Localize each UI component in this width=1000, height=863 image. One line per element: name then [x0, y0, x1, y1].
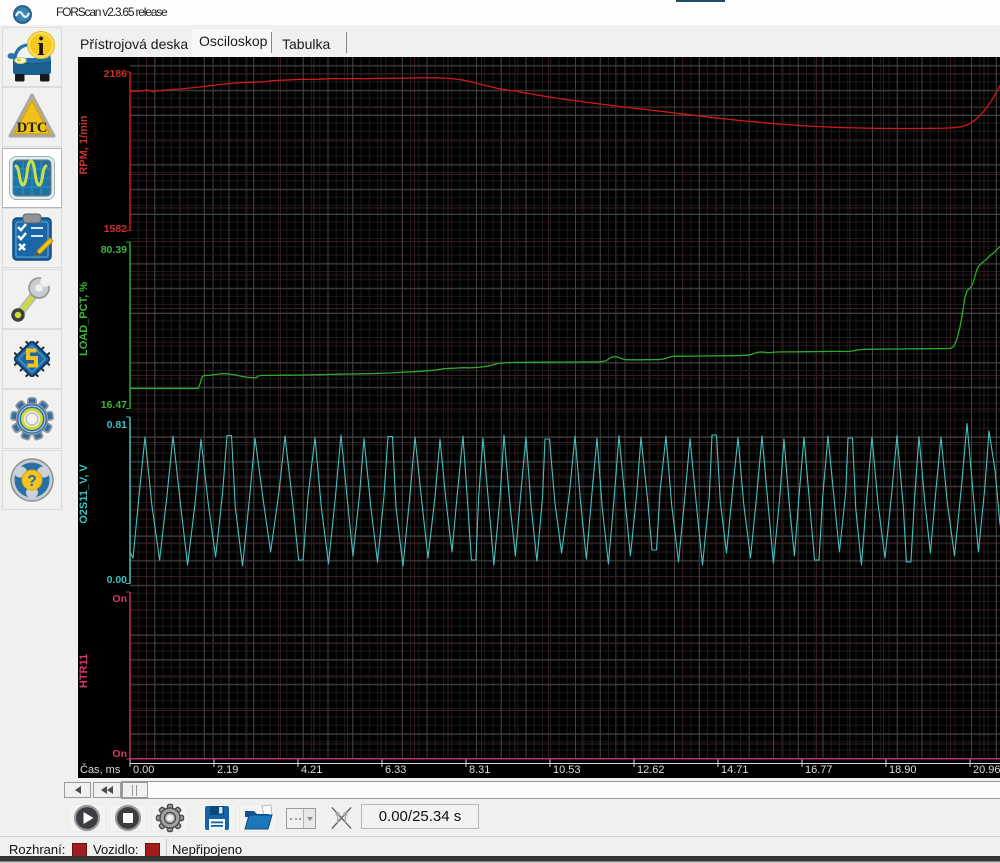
svg-text:12.62: 12.62 [637, 764, 665, 776]
svg-text:16.47: 16.47 [101, 399, 127, 411]
svg-text:On: On [112, 748, 127, 760]
svg-text:RPM, 1/min: RPM, 1/min [78, 115, 90, 175]
svg-text:20.96: 20.96 [973, 764, 1000, 776]
svg-text:2186: 2186 [104, 68, 128, 80]
svg-text:O2S11_V, V: O2S11_V, V [78, 464, 90, 524]
svg-text:6.33: 6.33 [385, 764, 406, 776]
svg-text:80.39: 80.39 [101, 244, 127, 256]
svg-text:?: ? [27, 473, 37, 490]
svg-text:HTR11: HTR11 [78, 654, 90, 688]
svg-text:14.71: 14.71 [721, 764, 749, 776]
svg-text:1582: 1582 [104, 223, 128, 235]
svg-text:10.53: 10.53 [553, 764, 581, 776]
svg-text:LOAD_PCT, %: LOAD_PCT, % [78, 282, 90, 356]
svg-text:0.00: 0.00 [133, 764, 154, 776]
svg-text:0.81: 0.81 [107, 419, 128, 431]
svg-text:4.21: 4.21 [301, 764, 322, 776]
svg-text:On: On [112, 593, 127, 605]
svg-text:DTC: DTC [17, 120, 48, 136]
svg-text:Čas, ms: Čas, ms [80, 763, 121, 776]
svg-text:0.00: 0.00 [107, 574, 128, 586]
svg-text:i: i [37, 32, 44, 61]
svg-text:8.31: 8.31 [469, 764, 490, 776]
svg-text:18.90: 18.90 [889, 764, 917, 776]
svg-text:2.19: 2.19 [217, 764, 238, 776]
svg-text:16.77: 16.77 [805, 764, 833, 776]
